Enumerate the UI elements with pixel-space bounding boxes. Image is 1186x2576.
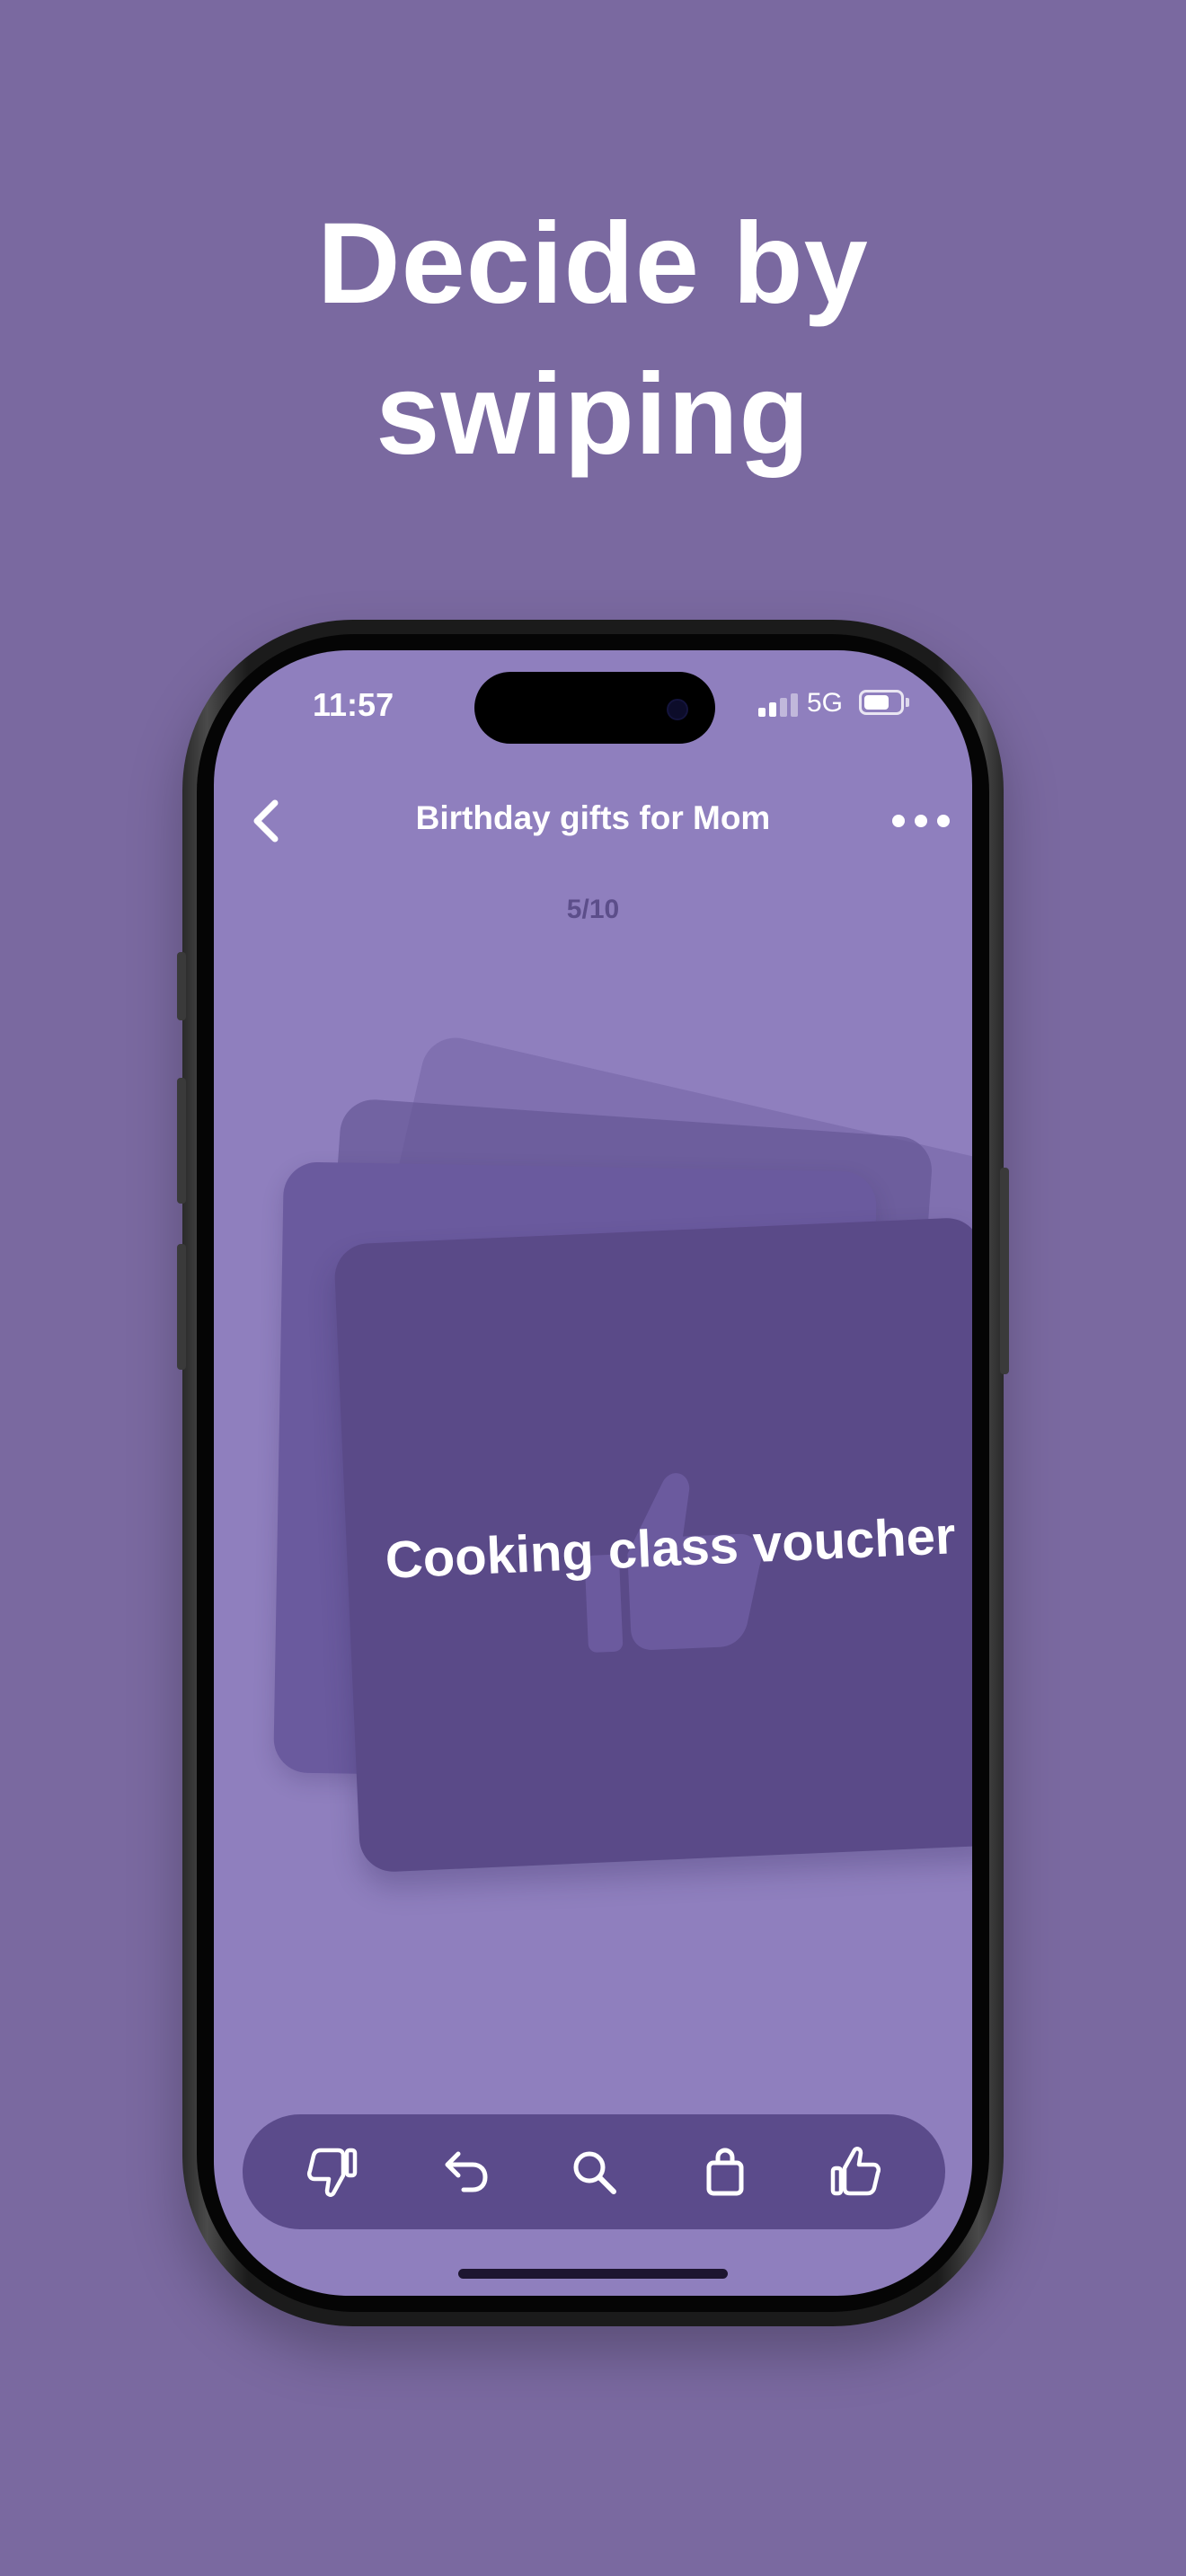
- page-title: Birthday gifts for Mom: [415, 799, 771, 836]
- signal-icon: [758, 693, 798, 717]
- dynamic-island: [474, 672, 715, 744]
- like-button[interactable]: [821, 2138, 890, 2206]
- front-camera: [667, 699, 688, 720]
- headline: Decide by swiping: [0, 189, 1186, 490]
- shopping-bag-icon: [706, 2148, 744, 2196]
- shop-button[interactable]: [691, 2138, 759, 2206]
- phone-power-button: [1000, 1168, 1009, 1374]
- undo-button[interactable]: [429, 2138, 498, 2206]
- dislike-button[interactable]: [298, 2138, 367, 2206]
- headline-line-2: swiping: [376, 350, 810, 479]
- headline-line-1: Decide by: [317, 199, 869, 328]
- thumbs-down-icon: [306, 2148, 358, 2197]
- phone-volume-down-button: [177, 1244, 186, 1370]
- battery-icon: [859, 690, 904, 715]
- card-counter: 5/10: [566, 895, 620, 924]
- battery-fill: [864, 695, 889, 710]
- search-icon: [573, 2151, 616, 2194]
- ellipsis-icon: [892, 815, 950, 827]
- phone-volume-up-button: [177, 1078, 186, 1204]
- chevron-left-icon: [253, 799, 279, 842]
- home-indicator[interactable]: [458, 2269, 728, 2279]
- more-button[interactable]: [890, 805, 952, 837]
- thumbs-up-icon: [830, 2147, 881, 2196]
- battery-cap: [906, 698, 909, 707]
- app-screen: 11:57 5G Birthday gifts for Mom 5/10 Coo…: [214, 650, 972, 2296]
- phone-action-button: [177, 952, 186, 1020]
- search-button[interactable]: [560, 2138, 628, 2206]
- back-button[interactable]: [241, 794, 295, 848]
- network-type: 5G: [807, 688, 844, 718]
- undo-icon: [445, 2151, 488, 2192]
- action-bar: [243, 2114, 945, 2229]
- swipe-card[interactable]: Cooking class voucher: [333, 1216, 972, 1874]
- status-time: 11:57: [313, 686, 394, 723]
